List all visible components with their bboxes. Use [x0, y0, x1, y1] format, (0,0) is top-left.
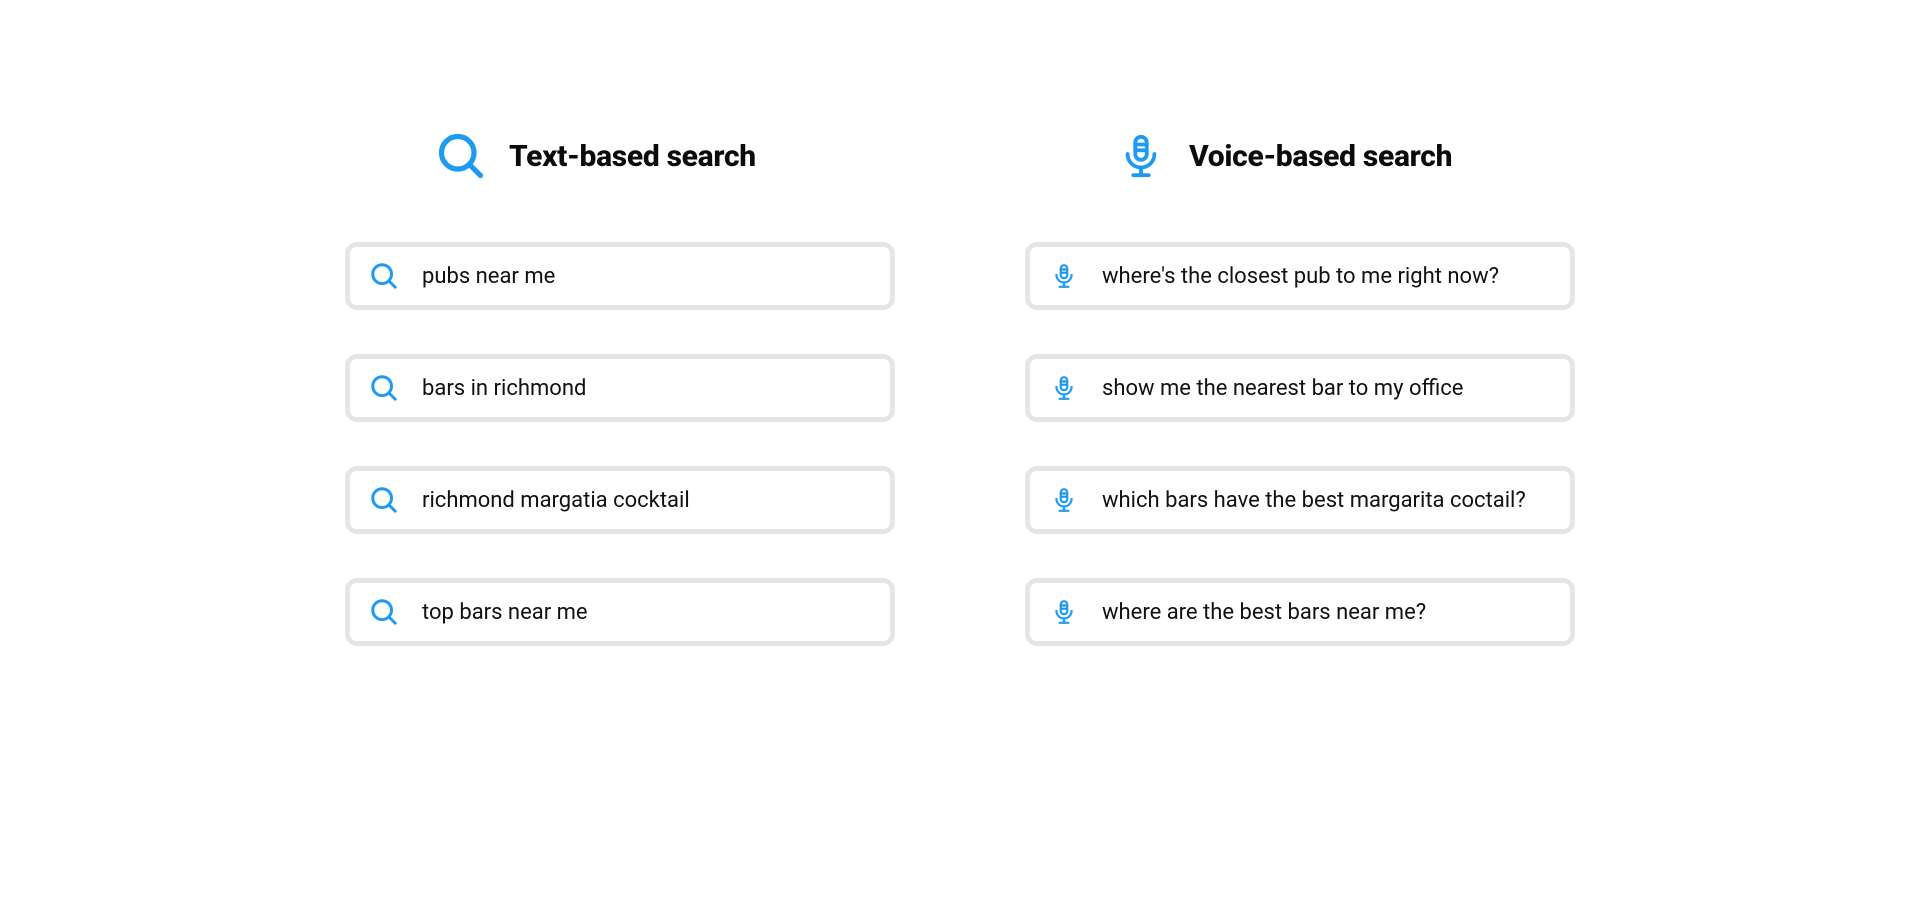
search-icon [368, 596, 400, 628]
voice-box[interactable]: where's the closest pub to me right now? [1025, 242, 1575, 310]
query-text: show me the nearest bar to my office [1102, 376, 1463, 401]
query-text: richmond margatia cocktail [422, 488, 690, 513]
comparison-wrap: Text-based search pubs near me bars in r… [345, 130, 1575, 646]
microphone-icon [1048, 372, 1080, 404]
voice-search-title: Voice-based search [1189, 139, 1452, 174]
microphone-icon [1048, 260, 1080, 292]
search-box[interactable]: top bars near me [345, 578, 895, 646]
microphone-icon [1115, 130, 1167, 182]
search-box[interactable]: richmond margatia cocktail [345, 466, 895, 534]
text-search-list: pubs near me bars in richmond richmond m… [345, 242, 895, 646]
voice-box[interactable]: where are the best bars near me? [1025, 578, 1575, 646]
voice-search-list: where's the closest pub to me right now?… [1025, 242, 1575, 646]
voice-search-column: Voice-based search where's the closest p… [1025, 130, 1575, 646]
text-search-heading: Text-based search [345, 130, 895, 182]
voice-box[interactable]: which bars have the best margarita cocta… [1025, 466, 1575, 534]
query-text: which bars have the best margarita cocta… [1102, 488, 1526, 513]
search-icon [368, 484, 400, 516]
voice-box[interactable]: show me the nearest bar to my office [1025, 354, 1575, 422]
search-box[interactable]: pubs near me [345, 242, 895, 310]
search-icon [368, 372, 400, 404]
voice-search-heading: Voice-based search [1025, 130, 1575, 182]
query-text: pubs near me [422, 264, 555, 289]
search-icon [368, 260, 400, 292]
search-icon [435, 130, 487, 182]
query-text: where's the closest pub to me right now? [1102, 264, 1499, 289]
microphone-icon [1048, 596, 1080, 628]
microphone-icon [1048, 484, 1080, 516]
text-search-title: Text-based search [509, 139, 756, 174]
query-text: top bars near me [422, 600, 588, 625]
query-text: bars in richmond [422, 376, 586, 401]
search-box[interactable]: bars in richmond [345, 354, 895, 422]
query-text: where are the best bars near me? [1102, 600, 1426, 625]
text-search-column: Text-based search pubs near me bars in r… [345, 130, 895, 646]
